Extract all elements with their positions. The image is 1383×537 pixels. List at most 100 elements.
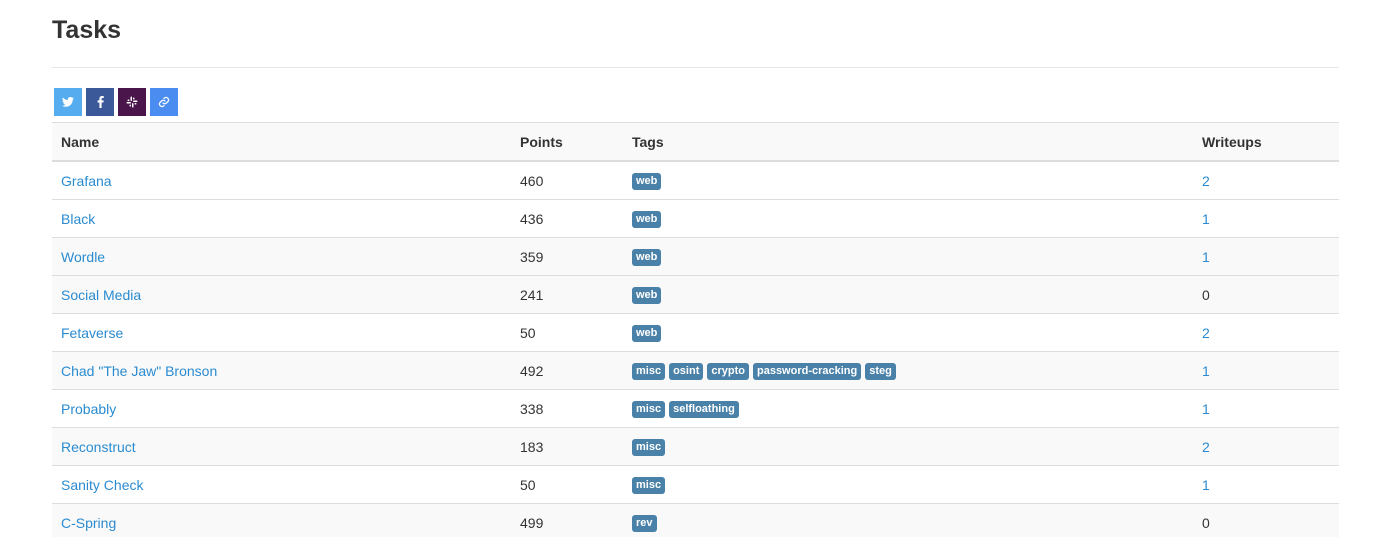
task-tags-cell: web <box>623 160 1193 200</box>
task-name-cell: Chad "The Jaw" Bronson <box>52 351 511 390</box>
task-points: 338 <box>511 389 623 428</box>
main-container: Tasks Name Points Tags Writeups Grafana … <box>52 0 1339 537</box>
task-name-link[interactable]: Probably <box>61 401 116 417</box>
writeups-count: 0 <box>1202 286 1210 303</box>
share-bar <box>52 68 1339 116</box>
header-points[interactable]: Points <box>511 122 623 162</box>
task-points: 241 <box>511 275 623 314</box>
table-row: Fetaverse 50 web 2 <box>52 313 1339 352</box>
task-tags-cell: web <box>623 237 1193 276</box>
task-writeups-cell: 1 <box>1193 237 1339 276</box>
writeups-count-link[interactable]: 1 <box>1202 249 1210 265</box>
task-name-cell: Probably <box>52 389 511 428</box>
tasks-table-body: Grafana 460 web 2 Black 436 web 1 Wordle 359 web 1 S… <box>52 160 1339 537</box>
tag-badge[interactable]: osint <box>669 363 704 380</box>
table-row: Social Media 241 web 0 <box>52 275 1339 314</box>
header-tags[interactable]: Tags <box>623 122 1193 162</box>
task-points: 436 <box>511 199 623 238</box>
task-name-cell: Sanity Check <box>52 465 511 504</box>
task-tags-cell: rev <box>623 503 1193 537</box>
task-writeups-cell: 2 <box>1193 313 1339 352</box>
tag-badge[interactable]: misc <box>632 401 666 418</box>
task-name-cell: Wordle <box>52 237 511 276</box>
writeups-count-link[interactable]: 1 <box>1202 211 1210 227</box>
task-points: 50 <box>511 313 623 352</box>
task-writeups-cell: 2 <box>1193 160 1339 200</box>
task-points: 499 <box>511 503 623 537</box>
tag-badge[interactable]: web <box>632 325 662 342</box>
task-tags-cell: misc <box>623 465 1193 504</box>
tag-badge[interactable]: steg <box>865 363 896 380</box>
writeups-count-link[interactable]: 1 <box>1202 477 1210 493</box>
header-name[interactable]: Name <box>52 122 511 162</box>
link-icon <box>158 96 170 108</box>
tag-badge[interactable]: web <box>632 287 662 304</box>
task-name-link[interactable]: Social Media <box>61 287 141 303</box>
writeups-count-link[interactable]: 2 <box>1202 325 1210 341</box>
tag-badge[interactable]: web <box>632 211 662 228</box>
writeups-count-link[interactable]: 2 <box>1202 439 1210 455</box>
table-row: Reconstruct 183 misc 2 <box>52 427 1339 466</box>
task-name-cell: Reconstruct <box>52 427 511 466</box>
task-name-link[interactable]: Reconstruct <box>61 439 136 455</box>
task-name-cell: Black <box>52 199 511 238</box>
task-name-link[interactable]: C-Spring <box>61 515 116 531</box>
writeups-count-link[interactable]: 1 <box>1202 401 1210 417</box>
task-name-link[interactable]: Black <box>61 211 95 227</box>
writeups-count-link[interactable]: 1 <box>1202 363 1210 379</box>
table-row: Black 436 web 1 <box>52 199 1339 238</box>
task-tags-cell: misc osint crypto password-cracking steg <box>623 351 1193 390</box>
task-points: 183 <box>511 427 623 466</box>
header-writeups[interactable]: Writeups <box>1193 122 1339 162</box>
writeups-count: 0 <box>1202 514 1210 531</box>
task-points: 492 <box>511 351 623 390</box>
table-row: Chad "The Jaw" Bronson 492 misc osint crypto… <box>52 351 1339 390</box>
table-row: Sanity Check 50 misc 1 <box>52 465 1339 504</box>
twitter-icon <box>62 97 74 107</box>
task-name-link[interactable]: Wordle <box>61 249 105 265</box>
share-facebook-button[interactable] <box>86 88 114 116</box>
task-writeups-cell: 1 <box>1193 351 1339 390</box>
slack-icon <box>126 96 138 108</box>
task-writeups-cell: 1 <box>1193 389 1339 428</box>
share-slack-button[interactable] <box>118 88 146 116</box>
task-tags-cell: web <box>623 313 1193 352</box>
task-writeups-cell: 0 <box>1193 503 1339 537</box>
table-row: Wordle 359 web 1 <box>52 237 1339 276</box>
table-row: Grafana 460 web 2 <box>52 160 1339 200</box>
task-name-link[interactable]: Fetaverse <box>61 325 123 341</box>
share-link-button[interactable] <box>150 88 178 116</box>
task-writeups-cell: 2 <box>1193 427 1339 466</box>
tag-badge[interactable]: misc <box>632 363 666 380</box>
task-name-cell: Grafana <box>52 160 511 200</box>
task-name-link[interactable]: Grafana <box>61 173 112 189</box>
tag-badge[interactable]: misc <box>632 477 666 494</box>
task-name-link[interactable]: Chad "The Jaw" Bronson <box>61 363 217 379</box>
writeups-count-link[interactable]: 2 <box>1202 173 1210 189</box>
page: Tasks Name Points Tags Writeups Grafana … <box>0 0 1383 537</box>
facebook-icon <box>97 96 104 108</box>
tag-badge[interactable]: web <box>632 249 662 266</box>
task-writeups-cell: 0 <box>1193 275 1339 314</box>
table-row: Probably 338 misc selfloathing 1 <box>52 389 1339 428</box>
tasks-table: Name Points Tags Writeups Grafana 460 web 2… <box>52 122 1339 537</box>
task-tags-cell: web <box>623 275 1193 314</box>
task-writeups-cell: 1 <box>1193 465 1339 504</box>
table-row: C-Spring 499 rev 0 <box>52 503 1339 537</box>
table-header-row: Name Points Tags Writeups <box>52 122 1339 162</box>
task-writeups-cell: 1 <box>1193 199 1339 238</box>
task-points: 460 <box>511 160 623 200</box>
tag-badge[interactable]: web <box>632 173 662 190</box>
task-name-link[interactable]: Sanity Check <box>61 477 143 493</box>
tag-badge[interactable]: misc <box>632 439 666 456</box>
share-twitter-button[interactable] <box>54 88 82 116</box>
tag-badge[interactable]: selfloathing <box>669 401 739 418</box>
tag-badge[interactable]: crypto <box>707 363 749 380</box>
task-points: 359 <box>511 237 623 276</box>
tag-badge[interactable]: password-cracking <box>752 363 862 380</box>
page-title: Tasks <box>52 16 122 44</box>
tag-badge[interactable]: rev <box>632 515 657 532</box>
task-name-cell: C-Spring <box>52 503 511 537</box>
task-name-cell: Fetaverse <box>52 313 511 352</box>
task-tags-cell: web <box>623 199 1193 238</box>
